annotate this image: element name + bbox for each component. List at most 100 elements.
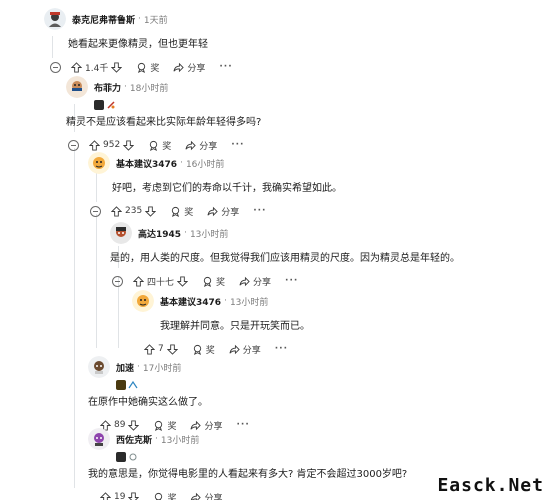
avatar[interactable]	[132, 290, 154, 312]
award-icon	[155, 492, 163, 500]
vote-count: 19	[114, 492, 126, 500]
vote-count: 1.4千	[85, 63, 109, 74]
avatar-icon	[88, 356, 110, 378]
downvote-icon[interactable]	[145, 205, 157, 217]
share-button[interactable]: 分享	[190, 491, 222, 500]
collapse-button[interactable]	[90, 205, 101, 217]
share-label: 分享	[199, 141, 218, 152]
author-name[interactable]: 加速	[116, 361, 134, 374]
share-icon	[185, 140, 196, 150]
downvote-icon[interactable]	[177, 275, 189, 287]
avatar[interactable]	[88, 152, 110, 174]
award-button[interactable]: 奖	[153, 491, 176, 500]
upvote-icon[interactable]	[71, 61, 82, 73]
share-button[interactable]: 分享	[239, 275, 271, 288]
flair-emoji-icon	[128, 380, 138, 389]
award-button[interactable]: 奖	[136, 61, 159, 74]
comment-text: 精灵不是应该看起来比实际年龄年轻得多吗?	[66, 117, 262, 128]
separator: ·	[137, 362, 140, 372]
award-button[interactable]: 奖	[192, 343, 215, 356]
user-flair	[94, 99, 546, 111]
share-label: 分享	[242, 345, 261, 356]
upvote-icon[interactable]	[100, 491, 111, 500]
comment: 泰克尼弗蒂鲁斯 · 1天前 她看起来更像精灵，但也更年轻 1.4千 奖 分享 ·…	[44, 8, 544, 76]
more-options-button[interactable]: ···	[275, 344, 288, 354]
separator: ·	[155, 434, 158, 444]
avatar[interactable]	[88, 428, 110, 450]
author-name[interactable]: 基本建议3476	[116, 157, 177, 170]
upvote-icon[interactable]	[133, 275, 144, 287]
more-options-button[interactable]: ···	[285, 276, 298, 286]
vote-control[interactable]: 235	[111, 205, 157, 217]
avatar-icon	[88, 152, 110, 174]
comment: 基本建议3476 · 13小时前 我理解并同意。只是开玩笑而已。 7 奖 分享 …	[132, 290, 542, 358]
comment: 加速 · 17小时前 在原作中她确实这么做了。 89 奖 分享 ···	[88, 356, 538, 434]
thread-line[interactable]	[74, 148, 75, 488]
collapse-button[interactable]	[68, 139, 79, 151]
share-label: 分享	[187, 63, 206, 74]
timestamp[interactable]: 13小时前	[161, 433, 199, 446]
thread-line[interactable]	[96, 214, 97, 348]
award-button[interactable]: 奖	[170, 205, 193, 218]
vote-control[interactable]: 19	[100, 491, 140, 500]
timestamp[interactable]: 16小时前	[186, 157, 224, 170]
vote-control[interactable]: 7	[144, 343, 178, 355]
vote-control[interactable]: 952	[89, 139, 135, 151]
award-label: 奖	[205, 345, 215, 356]
upvote-icon[interactable]	[111, 205, 122, 217]
timestamp[interactable]: 18小时前	[130, 81, 168, 94]
author-name[interactable]: 泰克尼弗蒂鲁斯	[72, 13, 135, 26]
avatar[interactable]	[110, 222, 132, 244]
separator: ·	[180, 158, 183, 168]
avatar[interactable]	[88, 356, 110, 378]
collapse-button[interactable]	[50, 61, 61, 73]
author-name[interactable]: 西佐克斯	[116, 433, 152, 446]
timestamp[interactable]: 1天前	[144, 13, 168, 26]
timestamp[interactable]: 13小时前	[230, 295, 268, 308]
author-name[interactable]: 基本建议3476	[160, 295, 221, 308]
share-button[interactable]: 分享	[207, 205, 239, 218]
collapse-button[interactable]	[112, 275, 123, 287]
share-icon	[207, 206, 218, 216]
downvote-icon[interactable]	[111, 61, 123, 73]
avatar-icon	[132, 290, 154, 312]
vote-control[interactable]: 1.4千	[71, 61, 123, 74]
award-label: 奖	[150, 63, 160, 74]
downvote-icon[interactable]	[128, 491, 140, 500]
avatar-icon	[66, 76, 88, 98]
award-button[interactable]: 奖	[148, 139, 171, 152]
author-name[interactable]: 高达1945	[138, 227, 181, 240]
more-options-button[interactable]: ···	[219, 62, 232, 72]
share-button[interactable]: 分享	[185, 139, 217, 152]
vote-control[interactable]: 四十七	[133, 275, 189, 288]
award-icon	[172, 206, 180, 217]
vote-count: 952	[103, 140, 121, 150]
avatar[interactable]	[66, 76, 88, 98]
upvote-icon[interactable]	[144, 343, 155, 355]
flair-emoji-icon	[129, 453, 137, 461]
flair-badge-icon	[116, 380, 126, 390]
user-flair	[116, 379, 538, 391]
share-button[interactable]: 分享	[173, 61, 205, 74]
share-label: 分享	[221, 207, 240, 218]
more-options-button[interactable]: ···	[231, 140, 244, 150]
more-options-button[interactable]: ···	[253, 206, 266, 216]
timestamp[interactable]: 17小时前	[143, 361, 181, 374]
author-name[interactable]: 布菲力	[94, 81, 121, 94]
vote-count: 235	[125, 206, 143, 216]
separator: ·	[138, 14, 141, 24]
comment-thread: 泰克尼弗蒂鲁斯 · 1天前 她看起来更像精灵，但也更年轻 1.4千 奖 分享 ·…	[0, 0, 550, 500]
award-icon	[150, 140, 158, 151]
downvote-icon[interactable]	[123, 139, 135, 151]
separator: ·	[184, 228, 187, 238]
downvote-icon[interactable]	[166, 343, 178, 355]
share-icon	[239, 276, 250, 286]
award-button[interactable]: 奖	[202, 275, 225, 288]
avatar[interactable]	[44, 8, 66, 30]
vote-count: 四十七	[147, 277, 175, 288]
comment-text: 她看起来更像精灵，但也更年轻	[68, 39, 208, 50]
share-icon	[191, 492, 202, 500]
upvote-icon[interactable]	[89, 139, 100, 151]
timestamp[interactable]: 13小时前	[190, 227, 228, 240]
share-button[interactable]: 分享	[229, 343, 261, 356]
